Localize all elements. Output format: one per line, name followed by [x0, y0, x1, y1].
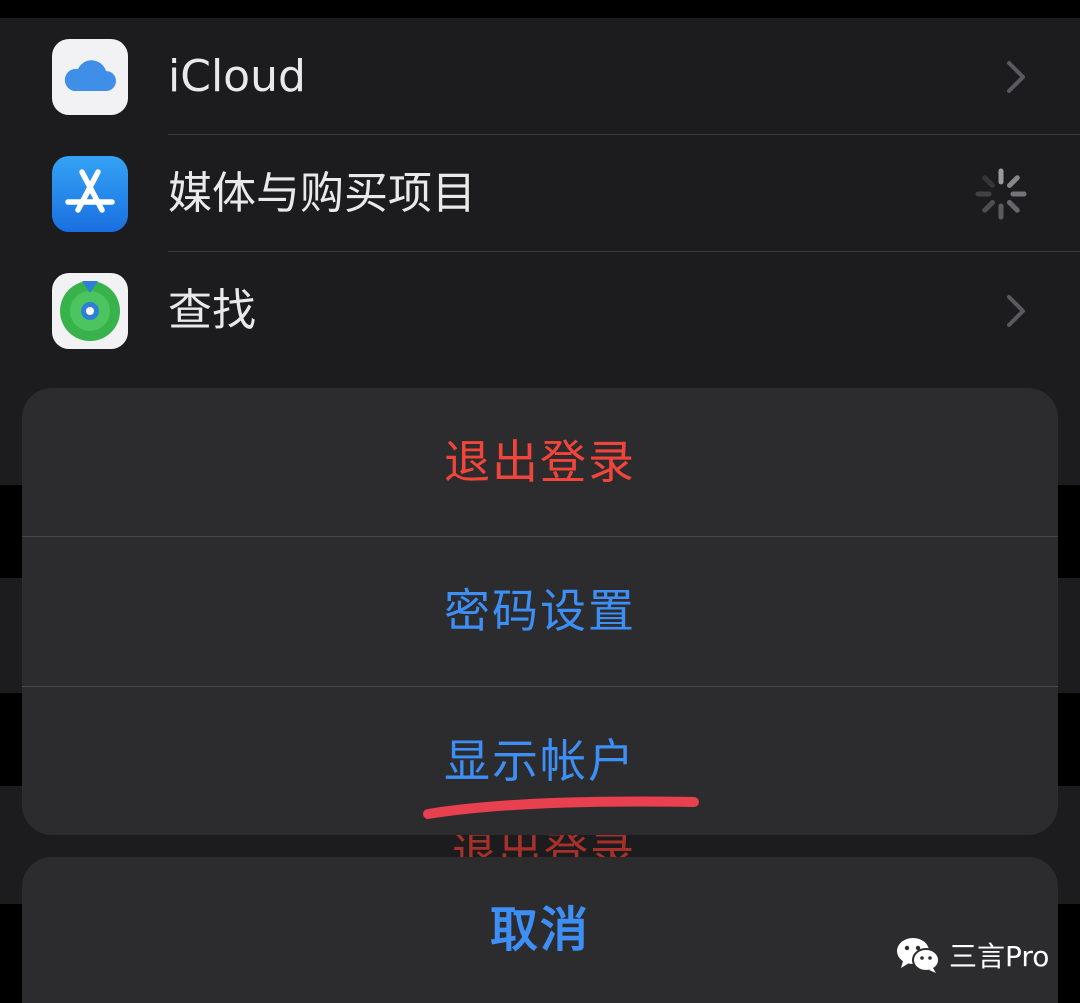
row-label: iCloud — [168, 51, 306, 102]
settings-row-icloud[interactable]: iCloud — [0, 18, 1080, 135]
app-store-icon — [52, 156, 128, 232]
sign-out-button[interactable]: 退出登录 — [22, 388, 1058, 536]
watermark: 三言Pro — [895, 930, 1049, 980]
action-sheet: 退出登录 密码设置 显示帐户 — [22, 388, 1058, 835]
row-label: 查找 — [168, 285, 256, 336]
chevron-right-icon — [1007, 295, 1025, 327]
wechat-icon — [897, 938, 940, 973]
settings-group: iCloud 媒体与购买项目 查找 — [0, 18, 1080, 370]
watermark-text: 三言Pro — [949, 940, 1050, 973]
settings-row-find-my[interactable]: 查找 — [0, 252, 1080, 369]
row-label: 媒体与购买项目 — [168, 168, 476, 219]
loading-spinner-icon — [975, 168, 1027, 220]
find-my-icon — [52, 273, 128, 349]
settings-row-media-purchases[interactable]: 媒体与购买项目 — [0, 135, 1080, 252]
icloud-icon — [52, 39, 128, 115]
background-sign-out-text: 退出登录 — [452, 832, 636, 858]
show-account-button[interactable]: 显示帐户 — [22, 687, 1058, 835]
password-settings-button[interactable]: 密码设置 — [22, 537, 1058, 685]
chevron-right-icon — [1007, 61, 1025, 93]
